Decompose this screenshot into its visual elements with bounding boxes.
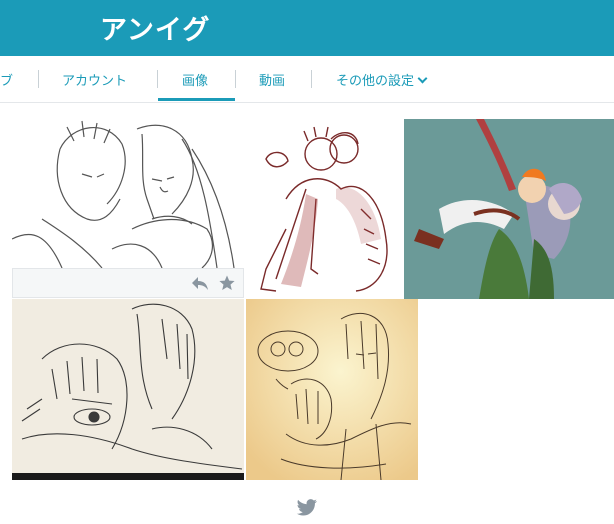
chevron-down-icon bbox=[417, 73, 428, 84]
active-tab-indicator bbox=[158, 98, 235, 101]
chibi-artwork bbox=[260, 126, 388, 292]
gallery-image-2[interactable] bbox=[246, 119, 402, 299]
reply-icon[interactable] bbox=[191, 275, 209, 295]
app-title: アンイグ bbox=[100, 15, 211, 46]
tab-account[interactable]: アカウント bbox=[62, 70, 127, 89]
tab-videos[interactable]: 動画 bbox=[259, 70, 285, 89]
tab-more-settings[interactable]: その他の設定 bbox=[336, 70, 428, 89]
gallery-image-1[interactable] bbox=[12, 119, 244, 268]
gallery-image-4[interactable] bbox=[12, 299, 244, 480]
closeup-artwork bbox=[12, 303, 244, 480]
gallery-image-5[interactable] bbox=[246, 299, 418, 480]
tab-partial[interactable]: ブ bbox=[0, 70, 13, 89]
tab-divider bbox=[157, 70, 158, 88]
gallery-image-3[interactable] bbox=[404, 119, 614, 299]
yellow-sketch-artwork bbox=[246, 299, 418, 480]
color-artwork bbox=[414, 119, 582, 299]
twitter-bird-icon[interactable] bbox=[296, 499, 318, 521]
sketch-artwork bbox=[12, 120, 235, 268]
star-icon[interactable] bbox=[219, 275, 235, 295]
tab-divider bbox=[235, 70, 236, 88]
tab-more-settings-label: その他の設定 bbox=[336, 74, 415, 89]
tab-divider bbox=[311, 70, 312, 88]
tab-divider bbox=[38, 70, 39, 88]
image-action-bar bbox=[12, 268, 244, 298]
app-header: アンイグ bbox=[0, 0, 614, 56]
tab-images[interactable]: 画像 bbox=[182, 70, 208, 89]
